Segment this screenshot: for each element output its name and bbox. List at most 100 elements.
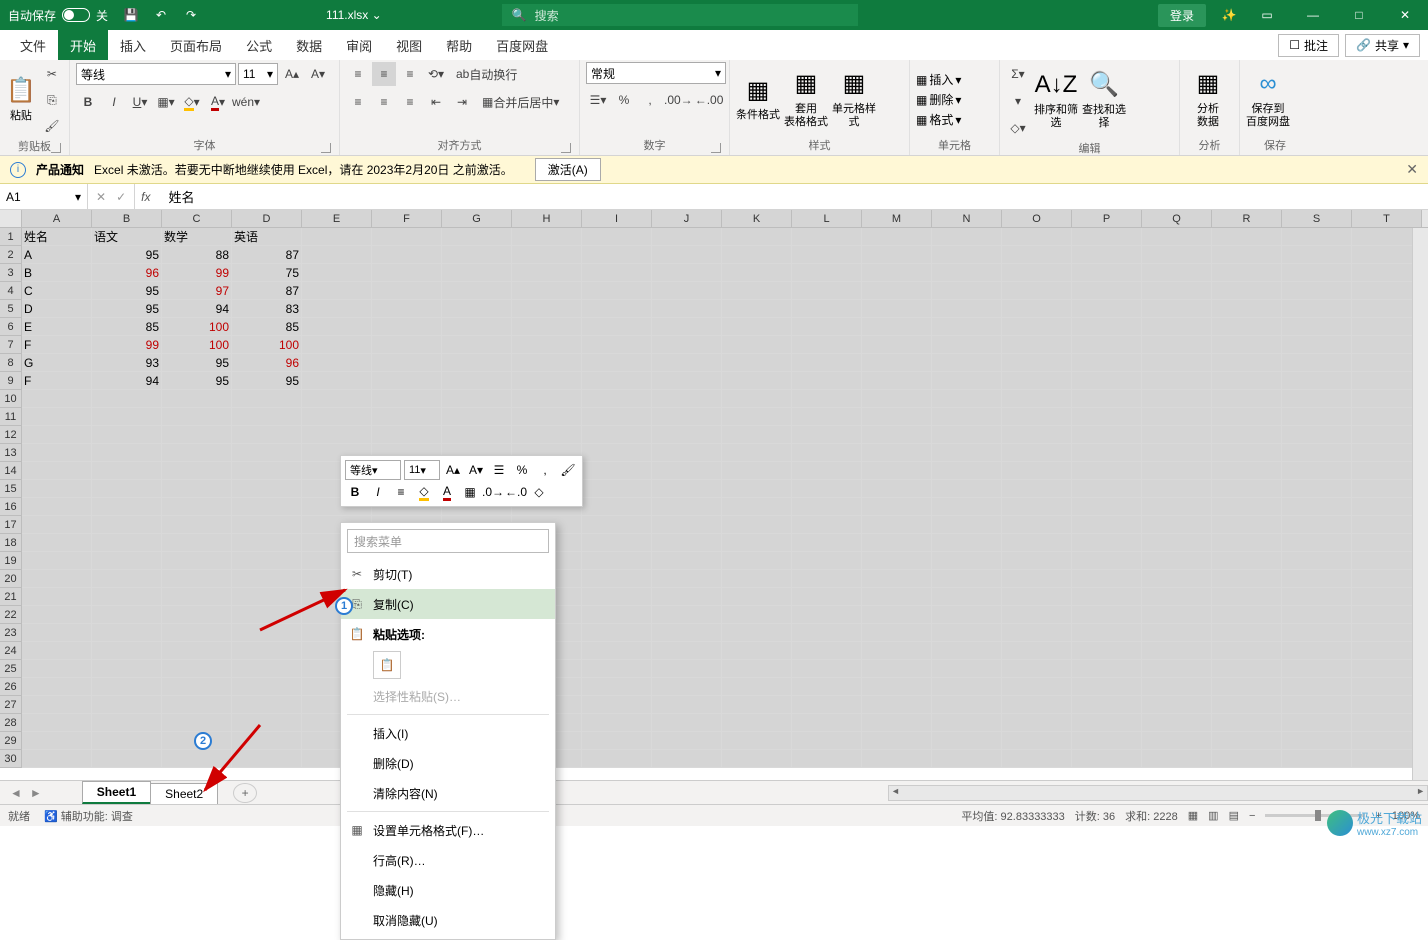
cell[interactable] bbox=[372, 390, 442, 408]
cell[interactable] bbox=[1212, 696, 1282, 714]
ctx-unhide[interactable]: 取消隐藏(U) bbox=[341, 905, 555, 935]
sheet-tab-Sheet1[interactable]: Sheet1 bbox=[82, 781, 151, 804]
cell[interactable] bbox=[582, 552, 652, 570]
column-header-N[interactable]: N bbox=[932, 210, 1002, 227]
column-header-H[interactable]: H bbox=[512, 210, 582, 227]
paste-button[interactable]: 📋粘贴 bbox=[6, 66, 36, 134]
align-right-icon[interactable]: ≡ bbox=[398, 90, 422, 114]
cell[interactable] bbox=[22, 570, 92, 588]
cell[interactable] bbox=[512, 282, 582, 300]
cell[interactable] bbox=[1142, 696, 1212, 714]
maximize-button[interactable]: □ bbox=[1336, 0, 1382, 30]
clipboard-launcher[interactable] bbox=[51, 143, 61, 153]
cell[interactable] bbox=[232, 750, 302, 768]
find-select-button[interactable]: 🔍查找和选择 bbox=[1082, 67, 1126, 135]
cell[interactable] bbox=[792, 732, 862, 750]
cell[interactable] bbox=[792, 750, 862, 768]
clear-icon[interactable]: ◇▾ bbox=[1006, 116, 1030, 140]
cell[interactable] bbox=[1142, 660, 1212, 678]
cell[interactable] bbox=[1072, 390, 1142, 408]
cell[interactable] bbox=[932, 372, 1002, 390]
mini-font-color-icon[interactable]: A bbox=[437, 482, 457, 502]
cell[interactable] bbox=[722, 318, 792, 336]
cell[interactable] bbox=[442, 300, 512, 318]
cell[interactable] bbox=[22, 696, 92, 714]
cell[interactable] bbox=[1212, 228, 1282, 246]
cell[interactable]: 88 bbox=[162, 246, 232, 264]
cell[interactable] bbox=[232, 408, 302, 426]
cell[interactable] bbox=[302, 300, 372, 318]
row-header-1[interactable]: 1 bbox=[0, 228, 22, 246]
cell[interactable] bbox=[1142, 426, 1212, 444]
row-header-20[interactable]: 20 bbox=[0, 570, 22, 588]
border-button[interactable]: ▦▾ bbox=[154, 90, 178, 114]
cell[interactable] bbox=[92, 480, 162, 498]
cell[interactable] bbox=[162, 390, 232, 408]
cell[interactable] bbox=[792, 300, 862, 318]
row-header-30[interactable]: 30 bbox=[0, 750, 22, 768]
cell[interactable]: D bbox=[22, 300, 92, 318]
cell[interactable] bbox=[932, 714, 1002, 732]
cell[interactable]: 94 bbox=[92, 372, 162, 390]
cell[interactable] bbox=[92, 552, 162, 570]
cell[interactable] bbox=[22, 426, 92, 444]
cell[interactable] bbox=[302, 390, 372, 408]
view-page-break-icon[interactable]: ▤ bbox=[1229, 809, 1239, 822]
cell[interactable] bbox=[162, 714, 232, 732]
coming-soon-icon[interactable]: ✨ bbox=[1214, 0, 1244, 30]
cell[interactable] bbox=[22, 480, 92, 498]
cell[interactable] bbox=[582, 444, 652, 462]
row-header-12[interactable]: 12 bbox=[0, 426, 22, 444]
cell[interactable] bbox=[232, 606, 302, 624]
cell[interactable]: 姓名 bbox=[22, 228, 92, 246]
cell[interactable] bbox=[1002, 336, 1072, 354]
tab-文件[interactable]: 文件 bbox=[8, 30, 58, 60]
cell[interactable] bbox=[372, 282, 442, 300]
cell[interactable] bbox=[1002, 480, 1072, 498]
cell[interactable] bbox=[582, 714, 652, 732]
cell[interactable] bbox=[442, 336, 512, 354]
tab-审阅[interactable]: 审阅 bbox=[334, 30, 384, 60]
cell[interactable] bbox=[372, 354, 442, 372]
cell[interactable] bbox=[722, 336, 792, 354]
cell[interactable] bbox=[1002, 246, 1072, 264]
cell[interactable] bbox=[302, 228, 372, 246]
row-header-13[interactable]: 13 bbox=[0, 444, 22, 462]
cell[interactable] bbox=[1282, 750, 1352, 768]
cell[interactable] bbox=[932, 300, 1002, 318]
cell[interactable] bbox=[92, 588, 162, 606]
font-name-combo[interactable]: 等线▾ bbox=[76, 63, 236, 85]
analyze-data-button[interactable]: ▦分析 数据 bbox=[1186, 66, 1230, 134]
cell[interactable] bbox=[652, 642, 722, 660]
cell[interactable] bbox=[22, 606, 92, 624]
cell[interactable] bbox=[652, 390, 722, 408]
cell[interactable] bbox=[932, 534, 1002, 552]
row-header-11[interactable]: 11 bbox=[0, 408, 22, 426]
cell[interactable] bbox=[582, 660, 652, 678]
column-header-L[interactable]: L bbox=[792, 210, 862, 227]
cell[interactable] bbox=[92, 408, 162, 426]
mini-border-icon[interactable]: ▦ bbox=[460, 482, 480, 502]
cell[interactable] bbox=[92, 606, 162, 624]
cell[interactable] bbox=[652, 480, 722, 498]
underline-button[interactable]: U▾ bbox=[128, 90, 152, 114]
cell[interactable] bbox=[22, 444, 92, 462]
cell[interactable] bbox=[162, 516, 232, 534]
cell[interactable] bbox=[862, 228, 932, 246]
column-header-R[interactable]: R bbox=[1212, 210, 1282, 227]
cell[interactable] bbox=[1142, 642, 1212, 660]
italic-button[interactable]: I bbox=[102, 90, 126, 114]
minimize-button[interactable]: — bbox=[1290, 0, 1336, 30]
font-launcher[interactable] bbox=[321, 143, 331, 153]
decrease-font-icon[interactable]: A▾ bbox=[306, 62, 330, 86]
row-header-23[interactable]: 23 bbox=[0, 624, 22, 642]
cell[interactable] bbox=[1282, 516, 1352, 534]
cell[interactable]: 83 bbox=[232, 300, 302, 318]
cell[interactable] bbox=[862, 318, 932, 336]
cell[interactable] bbox=[1212, 498, 1282, 516]
mini-percent-icon[interactable]: % bbox=[512, 460, 532, 480]
cell[interactable] bbox=[722, 426, 792, 444]
cell[interactable] bbox=[1282, 534, 1352, 552]
cell[interactable] bbox=[862, 336, 932, 354]
cell[interactable] bbox=[722, 408, 792, 426]
